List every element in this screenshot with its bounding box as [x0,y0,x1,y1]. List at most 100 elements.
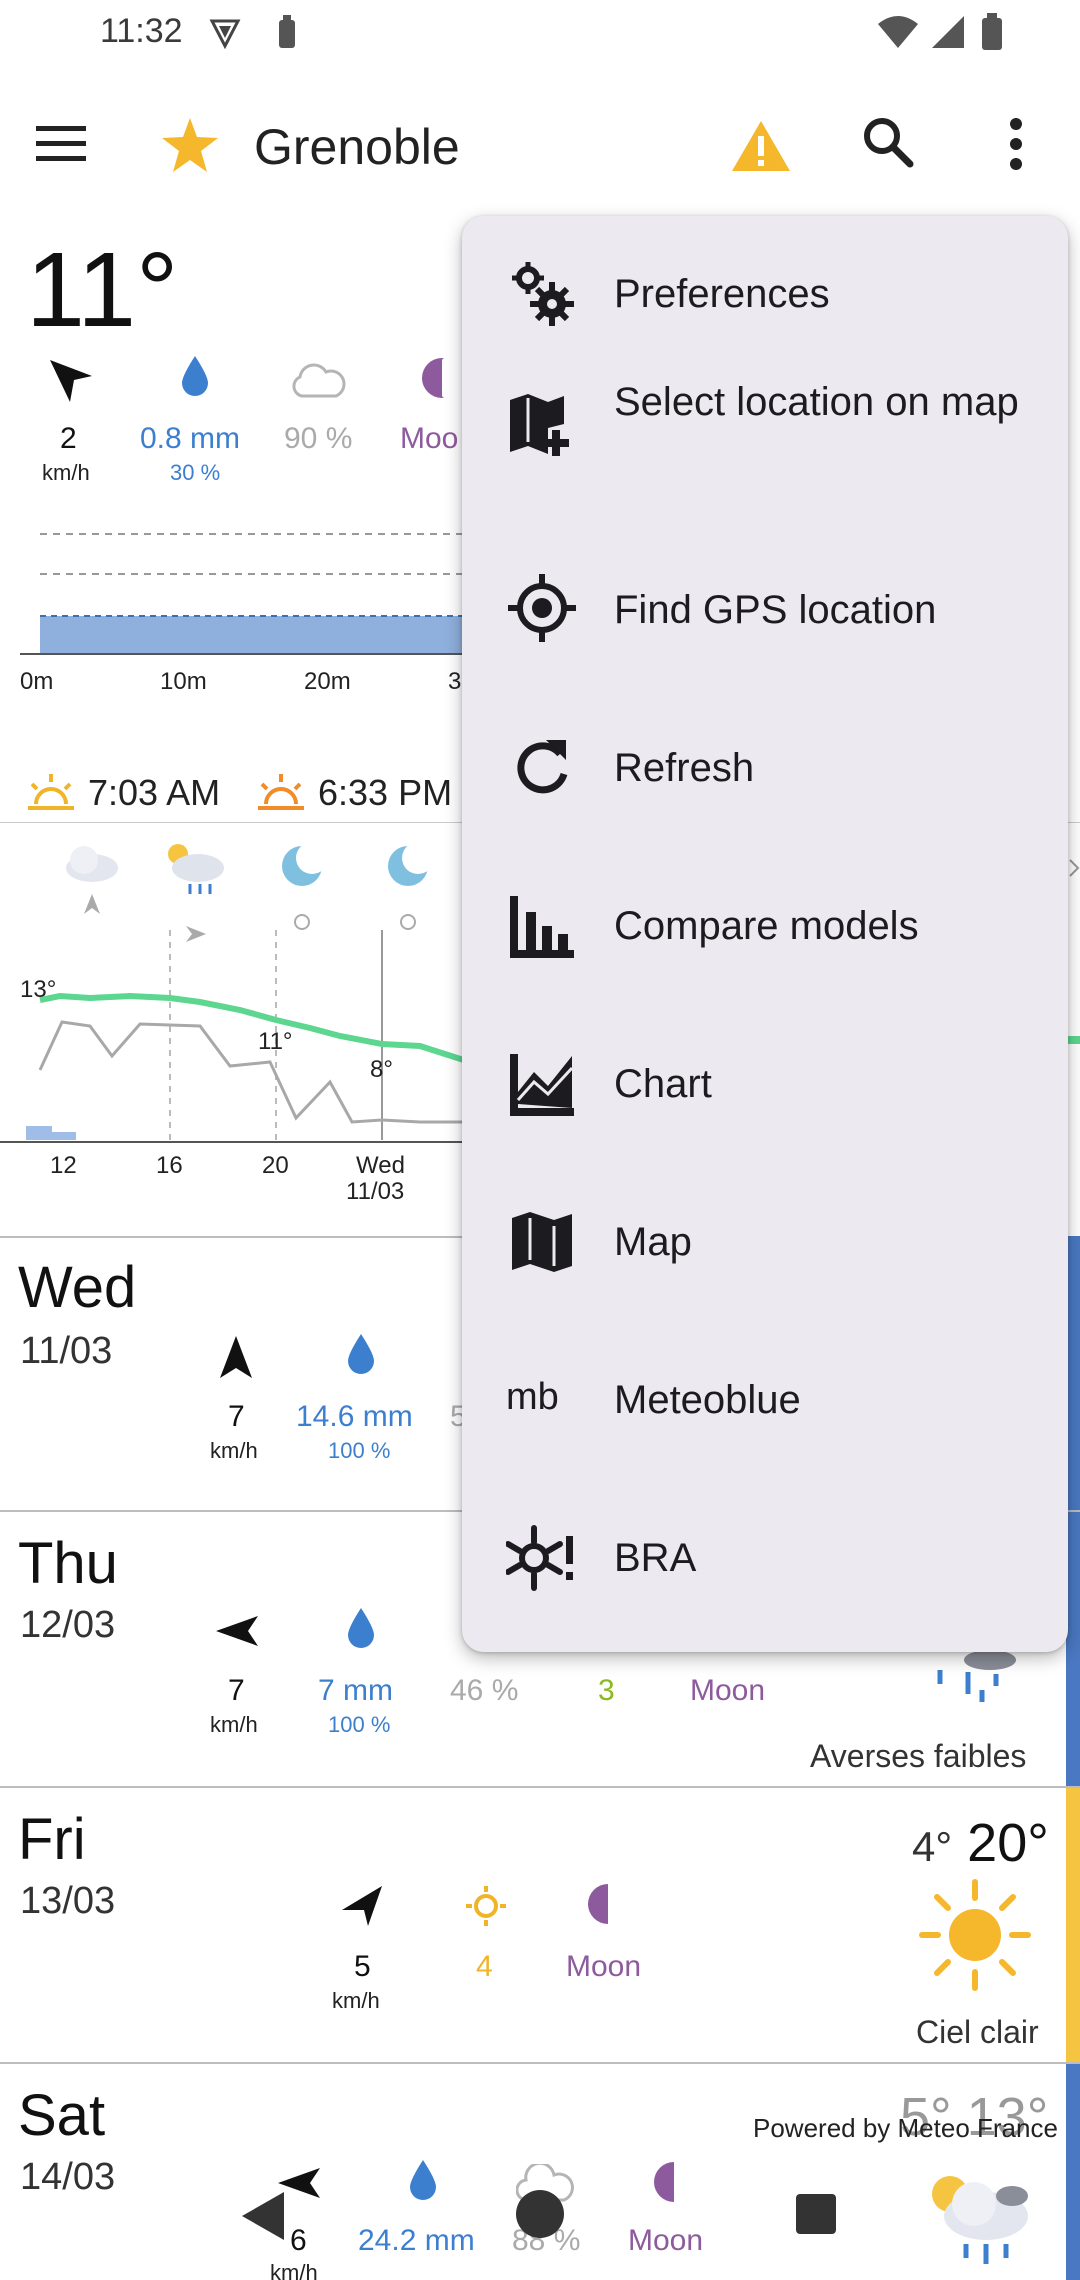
warning-icon[interactable] [730,118,792,174]
current-precip-prob: 30 % [170,460,221,485]
chevron-right-icon [1069,859,1080,877]
day-name: Wed [18,1255,137,1320]
rain-showers-icon [937,1650,1016,1702]
search-icon[interactable] [860,114,916,170]
area-chart-icon [510,1054,574,1116]
moon-icon [282,842,328,886]
hour-label: 11/03 [346,1178,405,1205]
day-precip: 7 mm [318,1674,393,1707]
back-nav-icon[interactable] [238,2188,288,2244]
day-wind: 5 [354,1950,371,1983]
day-name: Sat [18,2083,106,2148]
map-icon [512,1212,572,1272]
axis-label: 10m [160,668,207,695]
cloud-icon [292,363,346,398]
day-color-strip [1066,1236,1080,1512]
menu-item-compare-models[interactable]: Compare models [462,848,1068,1006]
day-moon: Moon [628,2224,704,2257]
sunrise-time: 7:03 AM [88,772,221,813]
current-moon: Moo [400,422,459,455]
raindrop-icon [348,1334,374,1374]
menu-item-label: Find GPS location [614,588,937,632]
menu-item-label: Refresh [614,746,755,790]
snowflake-alert-icon [506,1525,573,1591]
moon-phase-icon [654,2162,674,2202]
recents-nav-icon[interactable] [792,2190,840,2238]
menu-item-label: Chart [614,1062,712,1106]
menu-item-label: BRA [614,1536,697,1580]
temp-label: 8° [370,1056,393,1083]
day-moon: Moon [690,1674,766,1707]
menu-item-bra[interactable]: BRA [462,1480,1068,1638]
temp-line-fragment [1068,1036,1080,1044]
wind-direction-icon [50,360,92,402]
battery-saver-icon [279,15,295,48]
day-color-strip [1066,2064,1080,2280]
menu-item-meteoblue[interactable]: mb Meteoblue [462,1322,1068,1480]
axis-label: 3 [448,668,462,695]
status-bar: 11:32 [0,0,1080,70]
current-cloud-cover: 90 % [284,422,353,455]
battery-icon [982,13,1002,50]
uv-sun-icon [466,1886,506,1926]
favorite-star-icon[interactable] [160,116,220,174]
day-precip-prob: 100 % [328,1438,391,1463]
day-moon: Moon [566,1950,642,1983]
menu-item-find-gps[interactable]: Find GPS location [462,532,1068,690]
settings-gears-icon [512,262,574,326]
temp-label: 13° [20,976,57,1003]
current-precip: 0.8 mm [140,422,241,455]
day-date: 13/03 [20,1880,116,1922]
day-temp-low: 4° [912,1823,953,1870]
day-uv: 4 [476,1950,493,1983]
moon-phase-icon [422,358,444,398]
overflow-menu: Preferences Select location on map Find … [462,216,1068,1652]
sunset-icon [258,774,304,810]
current-temperature: 11° [26,231,179,349]
hour-label: 12 [50,1152,77,1179]
hour-label: 16 [156,1152,183,1179]
current-wind-speed: 2 [60,422,77,455]
day-temperatures: 4° 20° [912,1812,1049,1874]
temp-label: 11° [258,1028,293,1055]
menu-item-label: Compare models [614,904,919,948]
day-color-strip [1066,1512,1080,1786]
sunny-icon [919,1879,1031,1991]
day-wind: 7 [228,1400,245,1433]
sun-rain-icon [932,2176,1028,2264]
day-wind-unit: km/h [210,1438,258,1463]
bar-chart-icon [510,896,574,958]
menu-item-select-location[interactable]: Select location on map [462,334,1068,514]
wind-direction-icon [220,1336,252,1378]
raindrop-icon [182,356,208,396]
cloud-icon [66,846,118,882]
menu-item-map[interactable]: Map [462,1164,1068,1322]
day-name: Fri [18,1807,86,1872]
day-uv: 3 [598,1674,615,1707]
page-title: Grenoble [254,119,460,175]
hour-label: Wed [356,1152,405,1179]
moon-phase-icon [588,1884,608,1924]
day-precip-prob: 100 % [328,1712,391,1737]
cell-signal-icon [932,16,964,48]
refresh-icon [517,740,568,794]
raindrop-icon [410,2160,436,2200]
current-wind-unit: km/h [42,460,90,485]
divider [0,2062,1080,2064]
menu-item-label: Select location on map [614,380,1019,424]
hamburger-menu-icon[interactable] [34,122,90,166]
home-nav-icon[interactable] [514,2188,566,2240]
day-temp-high: 20° [967,1813,1049,1873]
app-bar: Grenoble [0,90,1080,200]
sunrise-icon [28,774,74,810]
overflow-menu-icon[interactable] [1004,116,1028,172]
day-color-strip [1066,1788,1080,2064]
menu-item-refresh[interactable]: Refresh [462,690,1068,848]
map-add-icon [510,394,569,456]
day-cloud: 46 % [450,1674,519,1707]
day-precip: 14.6 mm [296,1400,413,1433]
status-time: 11:32 [100,12,183,50]
day-date: 12/03 [20,1604,116,1646]
sunset-time: 6:33 PM [318,772,453,813]
menu-item-chart[interactable]: Chart [462,1006,1068,1164]
